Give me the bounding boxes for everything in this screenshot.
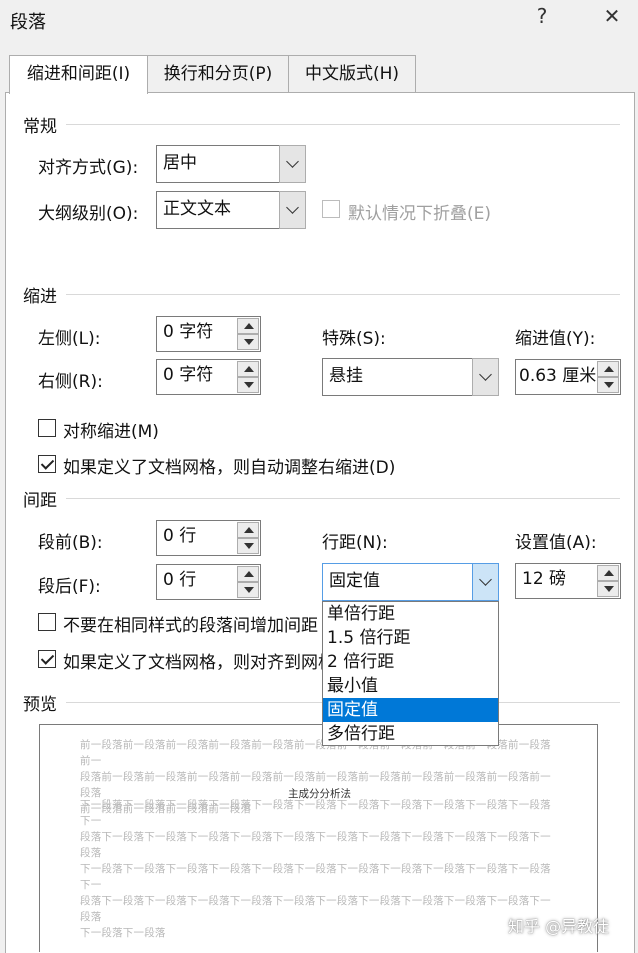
spin-down-icon[interactable] — [237, 538, 259, 554]
chevron-down-icon[interactable] — [472, 358, 499, 396]
indent-by-label: 缩进值(Y): — [515, 329, 596, 349]
preview-next-paragraph: 下一段落下一段落下一段落下一段落下一段落下一段落下一段落下一段落下一段落下一段落… — [80, 797, 560, 941]
auto-adjust-label: 如果定义了文档网格，则自动调整右缩进(D) — [63, 458, 396, 478]
at-value: 12 磅 — [522, 569, 567, 589]
tab-indents-spacing[interactable]: 缩进和间距(I) — [9, 55, 148, 94]
indent-by-spinner[interactable]: 0.63 厘米 — [515, 359, 621, 395]
dialog-title: 段落 — [10, 12, 46, 33]
spin-down-icon[interactable] — [597, 581, 619, 597]
indent-left-value: 0 字符 — [163, 322, 214, 342]
special-label: 特殊(S): — [322, 329, 386, 349]
mirror-indents-checkbox[interactable] — [38, 419, 56, 437]
preview-line: 下一段落下一段落下一段落下一段落下一段落下一段落下一段落下一段落下一段落下一段落… — [80, 863, 551, 891]
line-spacing-label: 行距(N): — [322, 533, 388, 553]
spin-up-icon[interactable] — [237, 361, 259, 377]
alignment-value: 居中 — [163, 153, 197, 173]
dropdown-option-1-5[interactable]: 1.5 倍行距 — [323, 626, 498, 650]
snap-to-grid-label: 如果定义了文档网格，则对齐到网格 — [63, 653, 335, 673]
spin-down-icon[interactable] — [237, 582, 259, 598]
spin-up-icon[interactable] — [597, 565, 619, 581]
dropdown-option-single[interactable]: 单倍行距 — [323, 602, 498, 626]
dropdown-option-multiple[interactable]: 多倍行距 — [323, 722, 498, 746]
indent-right-spinner[interactable]: 0 字符 — [156, 359, 261, 395]
auto-adjust-checkbox[interactable] — [38, 455, 56, 473]
spin-up-icon[interactable] — [237, 566, 259, 582]
space-after-value: 0 行 — [163, 570, 197, 590]
space-before-label: 段前(B): — [38, 533, 103, 553]
spin-up-icon[interactable] — [237, 522, 259, 538]
special-combo[interactable]: 悬挂 — [322, 358, 499, 396]
no-space-same-style-checkbox[interactable] — [38, 613, 56, 631]
space-before-spinner[interactable]: 0 行 — [156, 520, 261, 556]
divider — [66, 124, 620, 125]
collapse-checkbox[interactable] — [322, 200, 340, 218]
collapse-label: 默认情况下折叠(E) — [348, 204, 492, 224]
indent-right-label: 右侧(R): — [38, 372, 103, 392]
space-after-label: 段后(F): — [38, 577, 101, 597]
preview-heading: 预览 — [23, 695, 57, 715]
at-label: 设置值(A): — [515, 533, 597, 553]
indent-left-label: 左侧(L): — [38, 329, 101, 349]
preview-line: 下一段落下一段落下一段落下一段落下一段落下一段落下一段落下一段落下一段落下一段落… — [80, 799, 551, 827]
line-spacing-dropdown: 单倍行距 1.5 倍行距 2 倍行距 最小值 固定值 多倍行距 — [322, 601, 499, 746]
snap-to-grid-checkbox[interactable] — [38, 650, 56, 668]
outline-level-value: 正文文本 — [163, 199, 231, 219]
preview-line: 段落下一段落下一段落下一段落下一段落下一段落下一段落下一段落下一段落下一段落下一… — [80, 831, 551, 859]
preview-line: 下一段落下一段落 — [80, 927, 166, 939]
space-before-value: 0 行 — [163, 526, 197, 546]
outline-level-combo[interactable]: 正文文本 — [156, 191, 306, 229]
no-space-same-style-label: 不要在相同样式的段落间增加间距 — [63, 616, 318, 636]
at-spinner[interactable]: 12 磅 — [515, 563, 621, 599]
general-heading: 常规 — [23, 117, 57, 137]
divider — [66, 498, 620, 499]
indent-heading: 缩进 — [23, 287, 57, 307]
space-after-spinner[interactable]: 0 行 — [156, 564, 261, 600]
spin-down-icon[interactable] — [237, 334, 259, 350]
dropdown-option-at-least[interactable]: 最小值 — [323, 674, 498, 698]
chevron-down-icon[interactable] — [279, 191, 306, 229]
preview-line: 段落下一段落下一段落下一段落下一段落下一段落下一段落下一段落下一段落下一段落下一… — [80, 895, 551, 923]
tab-line-page-breaks[interactable]: 换行和分页(P) — [146, 55, 290, 92]
watermark: 知乎 @异教徒 — [508, 917, 610, 936]
special-value: 悬挂 — [329, 366, 363, 386]
spin-down-icon[interactable] — [597, 377, 619, 393]
line-spacing-combo[interactable]: 固定值 — [322, 563, 499, 601]
divider — [66, 294, 620, 295]
indent-left-spinner[interactable]: 0 字符 — [156, 316, 261, 352]
indent-by-value: 0.63 厘米 — [519, 366, 597, 386]
chevron-down-icon[interactable] — [279, 145, 306, 183]
help-button[interactable]: ? — [527, 4, 557, 28]
spin-up-icon[interactable] — [237, 318, 259, 334]
spin-down-icon[interactable] — [237, 377, 259, 393]
alignment-combo[interactable]: 居中 — [156, 145, 306, 183]
dropdown-option-double[interactable]: 2 倍行距 — [323, 650, 498, 674]
spacing-heading: 间距 — [23, 491, 57, 511]
tab-bar: 缩进和间距(I) 换行和分页(P) 中文版式(H) — [0, 55, 638, 94]
spin-up-icon[interactable] — [597, 361, 619, 377]
tab-asian-typography[interactable]: 中文版式(H) — [288, 55, 416, 92]
line-spacing-value: 固定值 — [329, 571, 380, 591]
dropdown-option-exactly[interactable]: 固定值 — [323, 698, 498, 722]
mirror-indents-label: 对称缩进(M) — [63, 422, 159, 442]
indent-right-value: 0 字符 — [163, 365, 214, 385]
outline-level-label: 大纲级别(O): — [38, 204, 139, 224]
chevron-down-icon[interactable] — [472, 563, 499, 601]
close-icon[interactable]: ✕ — [597, 4, 627, 28]
alignment-label: 对齐方式(G): — [38, 158, 139, 178]
